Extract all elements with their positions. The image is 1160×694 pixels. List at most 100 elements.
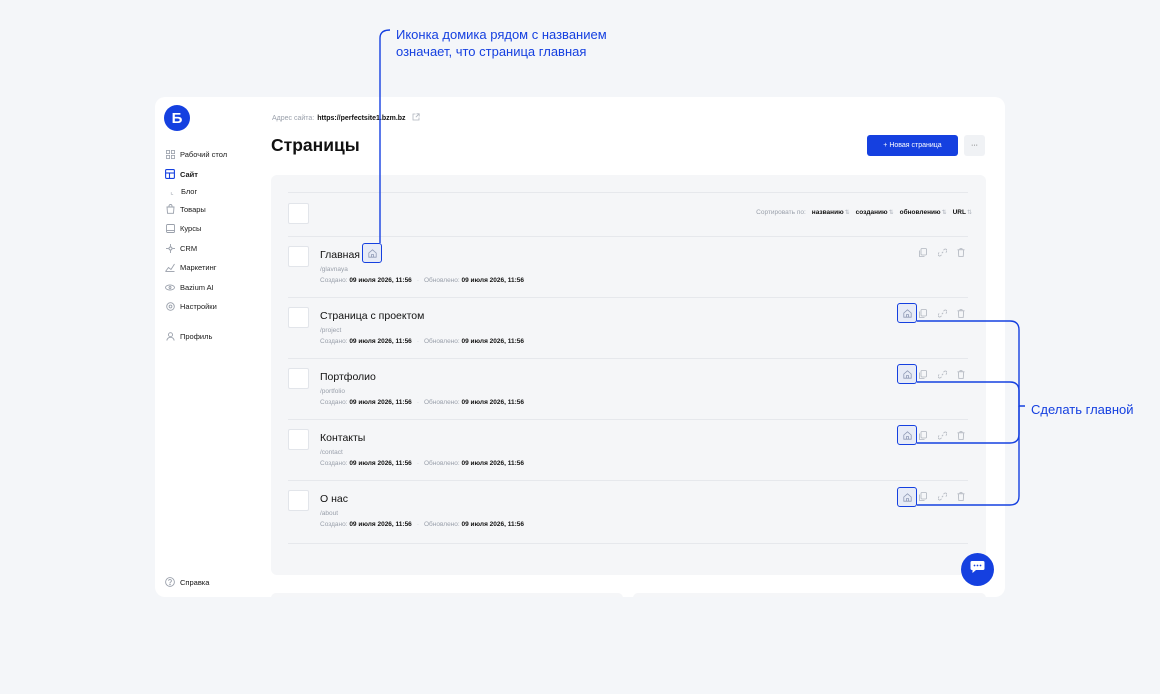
copy-icon[interactable] [917, 307, 929, 319]
separator: · [416, 338, 419, 345]
annotation-line: означает, что страница главная [396, 44, 587, 59]
table-row[interactable]: Контакты /contact Создано: 09 июля 2026,… [288, 419, 968, 480]
updated-value: 09 июля 2026, 11:56 [461, 277, 525, 284]
site-address-link[interactable]: https://perfectsite1.bzm.bz [317, 115, 405, 122]
sort-option-label: обновлению [899, 209, 941, 216]
created-label: Создано: [320, 338, 348, 345]
updated-label: Обновлено: [423, 460, 460, 467]
row-checkbox[interactable] [288, 246, 309, 267]
trash-icon[interactable] [955, 429, 967, 441]
brand-logo[interactable]: Б [164, 105, 190, 131]
external-link-icon[interactable] [412, 113, 420, 123]
trash-icon[interactable] [955, 368, 967, 380]
sidebar-item-dashboard[interactable]: Рабочий стол [165, 145, 275, 164]
chat-support-button[interactable] [961, 553, 994, 586]
created-value: 09 июля 2026, 11:56 [349, 399, 412, 406]
sidebar-item-label: Курсы [180, 224, 202, 234]
sidebar-item-blog[interactable]: ⌞ Блог [165, 184, 275, 200]
link-icon[interactable] [936, 307, 948, 319]
page-slug: /glavnaya [320, 266, 348, 273]
row-actions [917, 429, 967, 441]
sidebar-item-profile[interactable]: Профиль [165, 327, 275, 346]
page-slug: /contact [320, 449, 343, 456]
select-all-checkbox[interactable] [288, 203, 309, 224]
logo-letter: Б [171, 109, 183, 127]
grid-icon [165, 150, 175, 160]
sort-by-url[interactable]: URL⇅ [953, 209, 972, 216]
created-label: Создано: [320, 399, 348, 406]
new-page-label: + Новая страница [883, 142, 942, 149]
divider [288, 192, 968, 193]
created-value: 09 июля 2026, 11:56 [349, 521, 412, 528]
created-value: 09 июля 2026, 11:56 [349, 338, 412, 345]
sort-by-created[interactable]: созданию⇅ [856, 209, 894, 216]
row-checkbox[interactable] [288, 429, 309, 450]
sidebar-item-label: Блог [181, 187, 198, 197]
sort-by-updated[interactable]: обновлению⇅ [900, 209, 947, 216]
copy-icon[interactable] [917, 490, 929, 502]
page-dates: Создано: 09 июля 2026, 11:56 · Обновлено: … [320, 399, 524, 406]
sidebar-item-courses[interactable]: Курсы [165, 219, 275, 238]
page-dates: Создано: 09 июля 2026, 11:56 · Обновлено: … [320, 277, 524, 284]
bottom-card-left [271, 593, 623, 597]
sidebar-item-help[interactable]: Справка [165, 577, 209, 587]
sidebar-item-crm[interactable]: CRM [165, 239, 275, 258]
sidebar-item-label: Рабочий стол [180, 150, 228, 160]
page-name[interactable]: О нас [320, 493, 348, 505]
make-home-button[interactable] [897, 303, 917, 323]
copy-icon[interactable] [917, 246, 929, 258]
table-row[interactable]: Страница с проектом /project Создано: 09… [288, 297, 968, 358]
row-checkbox[interactable] [288, 490, 309, 511]
sort-by-name[interactable]: названию⇅ [812, 209, 850, 216]
copy-icon[interactable] [917, 368, 929, 380]
table-row[interactable]: Портфолио /portfolio Создано: 09 июля 20… [288, 358, 968, 419]
row-checkbox[interactable] [288, 307, 309, 328]
sidebar-item-marketing[interactable]: Маркетинг [165, 258, 275, 277]
page-name[interactable]: Портфолио [320, 371, 376, 383]
book-icon [165, 224, 175, 234]
sidebar-item-settings[interactable]: Настройки [165, 297, 275, 316]
page-name[interactable]: Главная [320, 249, 360, 261]
new-page-button[interactable]: + Новая страница [867, 135, 958, 156]
sort-arrow-icon: ⇅ [844, 210, 850, 216]
link-icon[interactable] [936, 368, 948, 380]
help-label: Справка [180, 577, 210, 587]
sidebar-item-bazium-ai[interactable]: Bazium AI [165, 277, 275, 296]
updated-label: Обновлено: [423, 338, 460, 345]
updated-label: Обновлено: [423, 277, 460, 284]
gear-icon [165, 301, 175, 311]
sort-bar: Сортировать по: названию⇅ созданию⇅ обно… [756, 209, 972, 216]
sidebar-item-site[interactable]: Сайт [165, 164, 275, 183]
sidebar-item-products[interactable]: Товары [165, 200, 275, 219]
trash-icon[interactable] [955, 246, 967, 258]
copy-icon[interactable] [917, 429, 929, 441]
row-checkbox[interactable] [288, 368, 309, 389]
link-icon[interactable] [936, 429, 948, 441]
sort-arrow-icon: ⇅ [941, 210, 947, 216]
sidebar-item-label: CRM [180, 243, 198, 253]
table-row[interactable]: Главная /glavnaya Создано: 09 июля 2026,… [288, 236, 968, 297]
link-icon[interactable] [936, 490, 948, 502]
trash-icon[interactable] [955, 490, 967, 502]
sidebar-item-label: Профиль [180, 332, 213, 342]
sidebar-item-label: Товары [180, 204, 206, 214]
row-actions [917, 490, 967, 502]
more-options-button[interactable]: ··· [964, 135, 985, 156]
link-icon[interactable] [936, 246, 948, 258]
chart-icon [165, 263, 175, 273]
row-actions [917, 246, 967, 258]
page-name[interactable]: Контакты [320, 432, 365, 444]
sort-option-label: созданию [855, 209, 888, 216]
page-title: Страницы [271, 135, 360, 155]
make-home-button[interactable] [897, 425, 917, 445]
trash-icon[interactable] [955, 307, 967, 319]
sort-option-label: URL [952, 209, 966, 216]
page-name[interactable]: Страница с проектом [320, 310, 424, 322]
sidebar-item-label: Сайт [180, 169, 198, 179]
user-icon [165, 332, 175, 342]
table-row[interactable]: О нас /about Создано: 09 июля 2026, 11:5… [288, 480, 968, 541]
make-home-button[interactable] [897, 364, 917, 384]
separator: · [416, 521, 419, 528]
make-home-button[interactable] [897, 487, 917, 507]
